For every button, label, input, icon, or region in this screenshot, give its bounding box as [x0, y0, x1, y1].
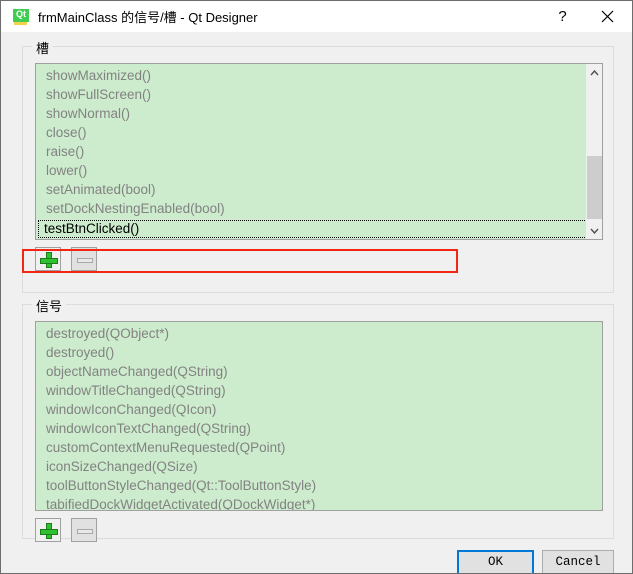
signals-group-box: 信号 destroyed(QObject*) destroyed() objectN…	[22, 296, 614, 542]
list-item[interactable]: windowIconChanged(QIcon)	[36, 400, 602, 419]
list-item[interactable]: destroyed(QObject*)	[36, 324, 602, 343]
list-item[interactable]: close()	[36, 123, 602, 142]
list-item[interactable]: toolButtonStyleChanged(Qt::ToolButtonSty…	[36, 476, 602, 495]
dialog-button-bar: OK Cancel	[1, 550, 632, 573]
add-slot-button[interactable]	[35, 247, 61, 271]
dialog-body: 槽 showMaximized() showFullScreen() showNor…	[1, 32, 632, 573]
signals-list[interactable]: destroyed(QObject*) destroyed() objectName…	[35, 321, 603, 511]
remove-slot-button[interactable]	[71, 247, 98, 271]
window-title: frmMainClass 的信号/槽 - Qt Designer	[38, 10, 258, 25]
slots-group-box: 槽 showMaximized() showFullScreen() showNor…	[22, 38, 614, 293]
list-item[interactable]: iconSizeChanged(QSize)	[36, 457, 602, 476]
slots-selected-item-label: testBtnClicked()	[44, 221, 140, 236]
remove-signal-button[interactable]	[71, 518, 98, 542]
help-button[interactable]: ?	[540, 1, 585, 32]
list-item[interactable]: windowIconTextChanged(QString)	[36, 419, 602, 438]
list-item[interactable]: setDockNestingEnabled(bool)	[36, 199, 602, 218]
qt-designer-signal-slot-dialog: Qt frmMainClass 的信号/槽 - Qt Designer ? 槽 …	[0, 0, 633, 574]
list-item[interactable]: tabifiedDockWidgetActivated(QDockWidget*…	[36, 495, 602, 510]
list-item[interactable]: showNormal()	[36, 104, 602, 123]
slots-selected-item[interactable]: testBtnClicked()	[36, 219, 587, 239]
slots-list[interactable]: showMaximized() showFullScreen() showNorma…	[35, 63, 603, 240]
list-item[interactable]: raise()	[36, 142, 602, 161]
list-item[interactable]: lower()	[36, 161, 602, 180]
title-bar: Qt frmMainClass 的信号/槽 - Qt Designer ?	[1, 1, 632, 32]
ok-button[interactable]: OK	[457, 550, 534, 573]
add-signal-button[interactable]	[35, 518, 61, 542]
slots-group-title: 槽	[32, 38, 54, 57]
list-item[interactable]: showMaximized()	[36, 66, 602, 85]
signals-list-items: destroyed(QObject*) destroyed() objectName…	[36, 322, 602, 510]
list-item[interactable]: objectNameChanged(QString)	[36, 362, 602, 381]
cancel-button[interactable]: Cancel	[542, 550, 614, 573]
scroll-up-icon[interactable]	[586, 64, 602, 81]
list-item[interactable]: showFullScreen()	[36, 85, 602, 104]
slots-tool-buttons	[35, 247, 103, 271]
list-item[interactable]: setAnimated(bool)	[36, 180, 602, 199]
qt-logo-icon: Qt	[13, 8, 29, 25]
slots-scrollbar[interactable]	[585, 64, 602, 239]
scrollbar-thumb[interactable]	[587, 156, 602, 219]
scroll-down-icon[interactable]	[586, 222, 602, 239]
close-icon[interactable]	[585, 1, 630, 32]
signals-group-title: 信号	[32, 296, 67, 315]
slots-list-items: showMaximized() showFullScreen() showNorma…	[36, 64, 602, 239]
list-item[interactable]: windowTitleChanged(QString)	[36, 381, 602, 400]
list-item[interactable]: destroyed()	[36, 343, 602, 362]
signals-tool-buttons	[35, 518, 103, 542]
list-item[interactable]: customContextMenuRequested(QPoint)	[36, 438, 602, 457]
